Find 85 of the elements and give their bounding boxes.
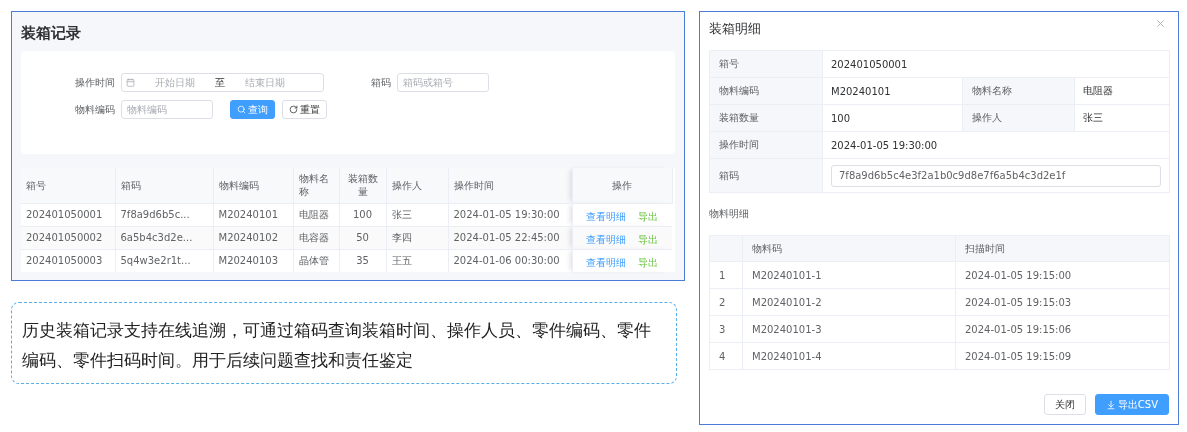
column-header: 操作时间 bbox=[448, 168, 572, 203]
column-header: 操作人 bbox=[386, 168, 448, 203]
table-cell: 2024-01-05 19:15:09 bbox=[955, 342, 1170, 370]
row-number: 3 bbox=[709, 315, 743, 343]
table-cell: 35 bbox=[339, 249, 386, 272]
start-date-input[interactable]: 开始日期 bbox=[139, 76, 211, 89]
table-cell: 50 bbox=[339, 226, 386, 249]
refresh-icon bbox=[289, 105, 298, 114]
close-icon[interactable] bbox=[1155, 18, 1166, 29]
field-value: 电阻器 bbox=[1074, 77, 1170, 105]
field-label: 操作人 bbox=[962, 104, 1075, 132]
material-code-field[interactable]: 物料编码 bbox=[121, 100, 213, 119]
row-number: 1 bbox=[709, 261, 743, 289]
table-cell: 晶体管 bbox=[293, 249, 339, 272]
view-details-link[interactable]: 查看明细 bbox=[586, 234, 627, 245]
table-cell: M20240101-2 bbox=[742, 288, 956, 316]
export-csv-button[interactable]: 导出CSV bbox=[1094, 394, 1169, 415]
field-value: 张三 bbox=[1074, 104, 1170, 132]
table-cell: 2024-01-05 19:15:00 bbox=[955, 261, 1170, 289]
page-title: 装箱记录 bbox=[21, 24, 81, 43]
export-link[interactable]: 导出 bbox=[638, 211, 659, 222]
table-cell: M20240102 bbox=[213, 226, 293, 249]
column-header: 物料编码 bbox=[213, 168, 293, 203]
table-cell: 电阻器 bbox=[293, 203, 339, 226]
range-separator: 至 bbox=[215, 75, 225, 90]
field-label: 物料名称 bbox=[962, 77, 1075, 105]
table-cell: 202401050002 bbox=[21, 226, 115, 249]
table-cell: 7f8a9d6b5c... bbox=[115, 203, 213, 226]
column-header: 物料名称 bbox=[293, 168, 339, 203]
download-icon bbox=[1105, 399, 1116, 410]
field-label: 箱号 bbox=[709, 50, 823, 78]
search-button[interactable]: 查询 bbox=[230, 100, 275, 119]
table-cell: 202401050001 bbox=[21, 203, 115, 226]
table-cell: M20240101-4 bbox=[742, 342, 956, 370]
column-header: 箱号 bbox=[21, 168, 115, 203]
field-value: 2024-01-05 19:30:00 bbox=[822, 131, 1170, 159]
box-code-field[interactable]: 7f8a9d6b5c4e3f2a1b0c9d8e7f6a5b4c3d2e1f bbox=[831, 164, 1162, 187]
column-header: 装箱数量 bbox=[339, 168, 386, 203]
row-number: 4 bbox=[709, 342, 743, 370]
field-value: M20240101 bbox=[822, 77, 963, 105]
column-header: 物料码 bbox=[742, 235, 956, 262]
view-details-link[interactable]: 查看明细 bbox=[586, 257, 627, 269]
row-number: 2 bbox=[709, 288, 743, 316]
field-value: 202401050001 bbox=[822, 50, 1170, 78]
column-header: 箱码 bbox=[115, 168, 213, 203]
dialog-title: 装箱明细 bbox=[709, 20, 761, 38]
view-details-link[interactable]: 查看明细 bbox=[586, 211, 627, 222]
table-cell: 李四 bbox=[386, 226, 448, 249]
field-label: 装箱数量 bbox=[709, 104, 823, 132]
field-label: 箱码 bbox=[370, 75, 392, 90]
date-range-field[interactable]: 开始日期 至 结束日期 bbox=[121, 73, 324, 92]
column-header: 操作 bbox=[572, 168, 672, 203]
table-cell: 张三 bbox=[386, 203, 448, 226]
table-cell: 2024-01-05 19:15:06 bbox=[955, 315, 1170, 343]
table-cell: 王五 bbox=[386, 249, 448, 272]
column-header: 扫描时间 bbox=[955, 235, 1170, 262]
table-cell: 电容器 bbox=[293, 226, 339, 249]
table-cell: 100 bbox=[339, 203, 386, 226]
field-label: 操作时间 bbox=[709, 131, 823, 159]
close-button[interactable]: 关闭 bbox=[1043, 394, 1086, 415]
field-label: 箱码 bbox=[709, 158, 823, 193]
calendar-icon bbox=[126, 78, 135, 87]
caption-text: 历史装箱记录支持在线追溯，可通过箱码查询装箱时间、操作人员、零件编码、零件编码、零件扫码时间。用于后续问题查找和责任鉴定 bbox=[11, 302, 677, 384]
section-title: 物料明细 bbox=[709, 207, 749, 221]
field-label: 操作时间 bbox=[74, 75, 116, 90]
table-cell: 2024-01-05 22:45:00 bbox=[448, 226, 572, 249]
box-code-field[interactable]: 箱码或箱号 bbox=[397, 73, 489, 92]
table-cell: M20240103 bbox=[213, 249, 293, 272]
end-date-input[interactable]: 结束日期 bbox=[229, 76, 301, 89]
table-cell: 2024-01-05 19:15:03 bbox=[955, 288, 1170, 316]
export-link[interactable]: 导出 bbox=[638, 234, 659, 245]
table-cell: 6a5b4c3d2e... bbox=[115, 226, 213, 249]
field-label: 物料编码 bbox=[74, 102, 116, 117]
table-cell: M20240101-1 bbox=[742, 261, 956, 289]
field-value: 100 bbox=[822, 104, 963, 132]
export-link[interactable]: 导出 bbox=[638, 257, 659, 269]
table-cell: M20240101 bbox=[213, 203, 293, 226]
field-label: 物料编码 bbox=[709, 77, 823, 105]
table-cell: 2024-01-05 19:30:00 bbox=[448, 203, 572, 226]
table-cell: M20240101-3 bbox=[742, 315, 956, 343]
reset-button[interactable]: 重置 bbox=[282, 100, 327, 119]
table-cell: 2024-01-06 00:30:00 bbox=[448, 249, 572, 272]
table-cell: 5q4w3e2r1t... bbox=[115, 249, 213, 272]
table-cell: 202401050003 bbox=[21, 249, 115, 272]
search-icon bbox=[237, 105, 246, 114]
